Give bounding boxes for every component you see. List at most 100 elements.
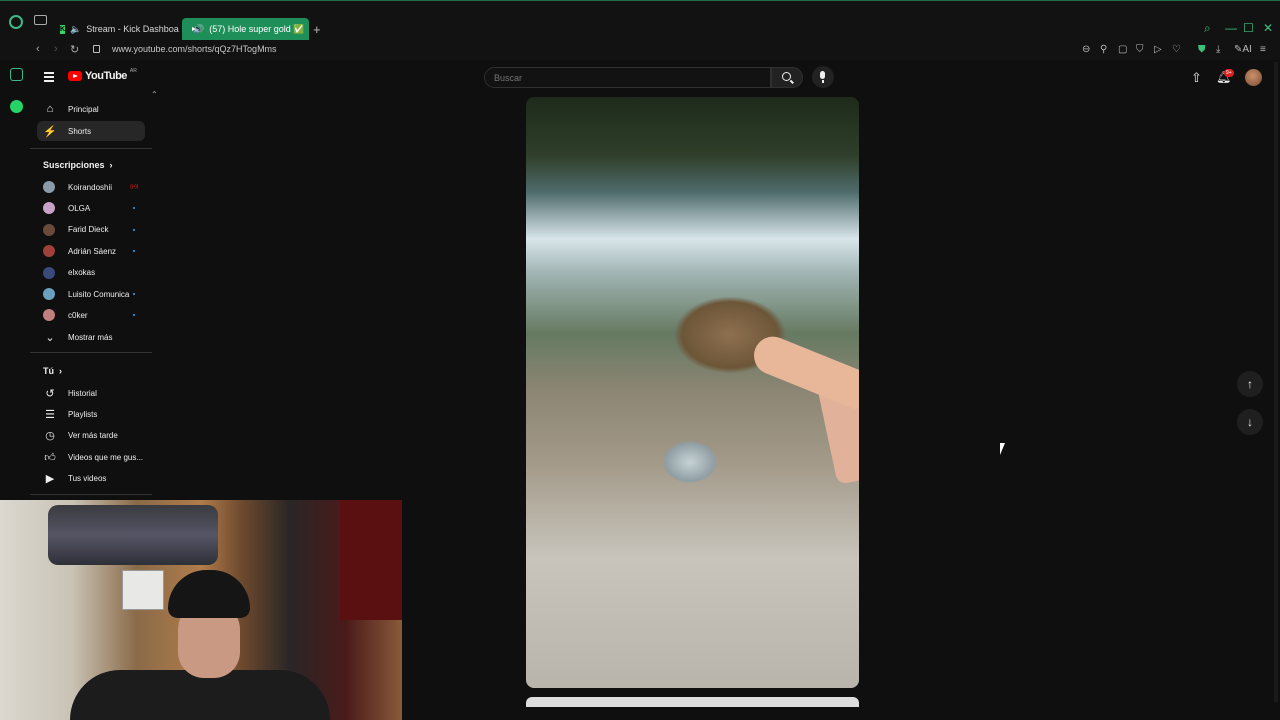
your-videos-icon: ▶ (45, 472, 55, 485)
zoom-out-icon[interactable]: ⊖ (1082, 44, 1090, 55)
reload-icon[interactable]: ↻ (70, 43, 79, 56)
channel-avatar (43, 181, 55, 193)
channel-avatar (43, 309, 55, 322)
webcam-overlay (0, 500, 402, 720)
new-content-dot (133, 207, 135, 210)
shield-icon[interactable]: ⛉ (1136, 44, 1144, 55)
kick-icon: K (60, 24, 66, 34)
new-content-dot (133, 250, 135, 253)
account-avatar[interactable] (1245, 69, 1262, 86)
close-icon[interactable]: ✕ (1263, 21, 1273, 35)
scrollbar[interactable] (1274, 62, 1278, 702)
search-button[interactable] (771, 67, 803, 88)
shorts-video-player[interactable] (526, 97, 859, 688)
channel-avatar (43, 266, 55, 279)
sidebar-subscription-item[interactable]: Farid Dieck (37, 220, 145, 240)
heart-icon[interactable]: ♡ (1172, 44, 1181, 55)
new-tab-button[interactable]: + (313, 22, 321, 37)
channel-name: OLGA (68, 203, 91, 213)
tab-kick-dashboard[interactable]: K 🔈 Stream - Kick Dashboa (54, 18, 182, 40)
sidebar-item-principal[interactable]: ⌂ Principal (37, 99, 145, 119)
menu-icon[interactable]: ≡ (1260, 44, 1266, 55)
sidebar-item-playlists[interactable]: ☰ Playlists (37, 404, 145, 424)
aria-icon[interactable] (10, 68, 23, 81)
sidebar-item-your-videos[interactable]: ▶ Tus videos (37, 468, 145, 488)
address-bar: ‹ › ↻ www.youtube.com/shorts/qQz7HTogMms… (0, 40, 1280, 60)
play-icon[interactable]: ▷ (1154, 44, 1162, 55)
webcam-background (48, 505, 218, 565)
speaker-icon: 🔈 (70, 23, 82, 34)
minimize-icon[interactable]: — (1225, 21, 1237, 35)
you-heading[interactable]: Tú › (43, 366, 62, 376)
voice-search-icon[interactable] (812, 66, 834, 88)
shorts-icon: ⚡ (43, 125, 57, 138)
sidebar-subscription-item[interactable]: Luisito Comunica (37, 284, 145, 304)
opera-sidebar (0, 60, 30, 500)
download-icon[interactable]: ⤓ (1216, 44, 1220, 55)
liked-icon: 👍︎ (44, 451, 56, 464)
lock-icon (93, 45, 100, 53)
sidebar-item-liked-videos[interactable]: 👍︎ Videos que me gus... (37, 447, 145, 467)
chevron-right-icon: › (107, 160, 113, 170)
sidebar-subscription-item[interactable]: elxokas (37, 263, 145, 283)
sidebar-subscription-item[interactable]: OLGA (37, 198, 145, 218)
playlists-icon: ☰ (45, 408, 55, 421)
maximize-icon[interactable]: ☐ (1243, 21, 1254, 35)
previous-short-button[interactable]: ↑ (1237, 371, 1263, 397)
tab-label: Stream - Kick Dashboa (86, 24, 179, 34)
hamburger-menu-icon[interactable] (44, 72, 54, 84)
whatsapp-icon[interactable] (10, 100, 23, 113)
ai-label: AI (1242, 44, 1252, 55)
divider (30, 148, 152, 149)
channel-avatar (43, 223, 55, 236)
create-icon[interactable]: ⇧ (1191, 70, 1202, 86)
chevron-up-icon[interactable]: ⌃ (151, 90, 158, 99)
next-short-preview[interactable] (526, 697, 859, 707)
sidebar-subscription-item[interactable]: Koirandoshii ((•)) (37, 177, 145, 197)
pin-icon[interactable]: ⚲ (1100, 44, 1107, 55)
back-icon[interactable]: ‹ (36, 43, 40, 55)
search-icon (782, 72, 791, 81)
chevron-down-icon: ⌄ (45, 331, 55, 344)
opera-logo-icon[interactable] (9, 15, 23, 29)
channel-avatar (43, 245, 55, 258)
arrow-down-icon: ↓ (1247, 415, 1253, 429)
search-input[interactable] (484, 67, 771, 88)
webcam-background (340, 500, 402, 620)
ai-button[interactable]: ✎AI (1234, 44, 1252, 55)
youtube-play-icon (68, 71, 82, 81)
vpn-icon[interactable]: ⛊ (1198, 44, 1206, 55)
divider (30, 494, 152, 495)
tab-label: (57) Hole super gold ✅ (209, 23, 305, 34)
sidebar-subscription-item[interactable]: c0ker (37, 305, 145, 325)
url-field[interactable]: www.youtube.com/shorts/qQz7HTogMms (112, 44, 277, 54)
new-content-dot (133, 228, 135, 231)
snapshot-icon[interactable]: ▢ (1118, 44, 1127, 55)
new-content-dot (133, 314, 135, 317)
channel-name: Adrián Sáenz (68, 246, 117, 256)
webcam-background (122, 570, 164, 610)
sidebar-item-shorts[interactable]: ⚡ Shorts (37, 121, 145, 141)
channel-avatar (43, 202, 55, 215)
sidebar-item-watch-later[interactable]: ◷ Ver más tarde (37, 425, 145, 445)
channel-name: Koirandoshii (68, 182, 113, 192)
next-short-button[interactable]: ↓ (1237, 409, 1263, 435)
sidebar-subscription-item[interactable]: Adrián Sáenz (37, 241, 145, 261)
history-icon: ↺ (45, 387, 55, 400)
show-more-button[interactable]: ⌄ Mostrar más (37, 327, 145, 347)
forward-icon[interactable]: › (54, 43, 58, 55)
streamer-hair (168, 570, 250, 618)
channel-name: elxokas (68, 268, 96, 278)
youtube-logo[interactable]: YouTube AR (68, 68, 137, 82)
country-code: AR (129, 68, 137, 74)
divider (30, 352, 152, 353)
new-content-dot (133, 293, 135, 295)
sidebar-item-historial[interactable]: ↺ Historial (37, 383, 145, 403)
tab-youtube-short[interactable]: 🔊 (57) Hole super gold ✅ (182, 18, 309, 40)
search-tabs-icon[interactable]: ⌕ (1204, 21, 1211, 36)
channel-name: c0ker (68, 310, 88, 320)
subscriptions-heading[interactable]: Suscripciones › (43, 160, 113, 170)
arrow-up-icon: ↑ (1247, 377, 1253, 391)
chevron-right-icon: › (56, 366, 63, 376)
tab-switcher-icon[interactable] (34, 15, 47, 25)
